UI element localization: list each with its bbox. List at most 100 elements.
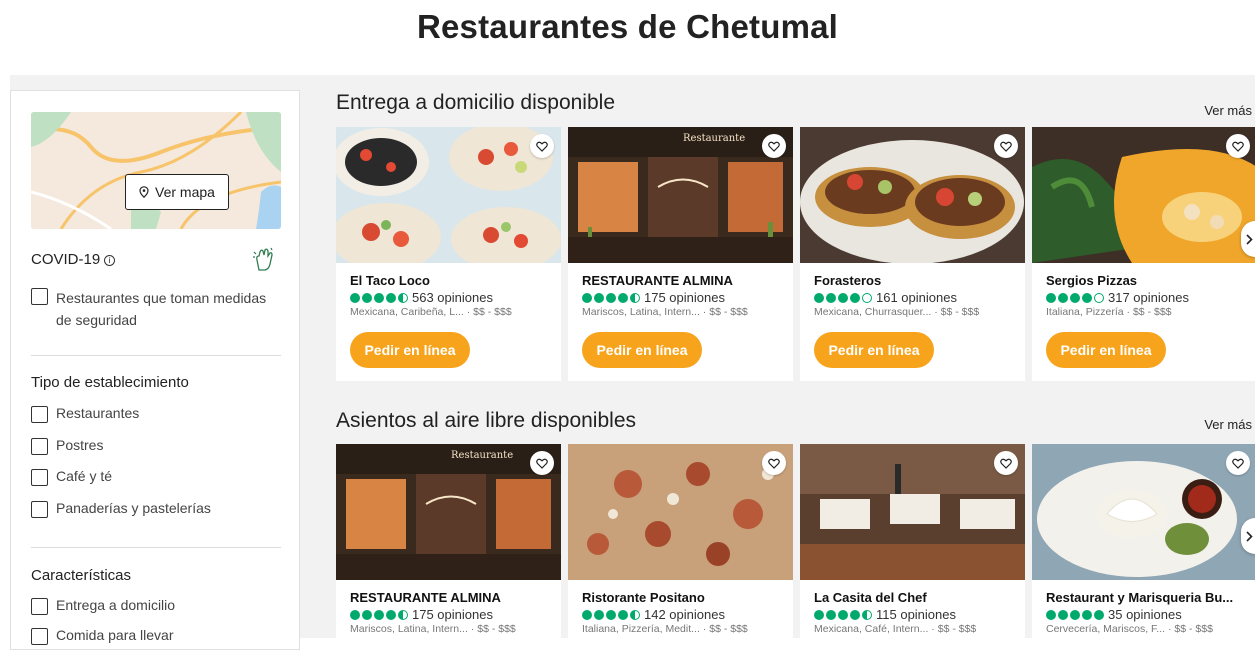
restaurant-name[interactable]: RESTAURANTE ALMINA: [350, 590, 550, 605]
review-count[interactable]: 175 opiniones: [412, 607, 493, 622]
restaurant-photo[interactable]: Restaurante: [568, 127, 793, 263]
cuisine: Italiana, Pizzería, Medit...: [582, 623, 700, 635]
restaurant-card[interactable]: Restaurante RESTAURANTE ALMINA 175 opini…: [568, 127, 793, 381]
map-image: [31, 112, 281, 229]
restaurant-facade-photo: Restaurante: [336, 444, 561, 580]
restaurant-name[interactable]: Forasteros: [814, 273, 1014, 288]
review-count[interactable]: 115 opiniones: [876, 607, 956, 622]
features-title-wrap: Características: [31, 567, 131, 585]
heart-icon: [1000, 458, 1012, 469]
review-count[interactable]: 563 opiniones: [412, 290, 493, 305]
restaurant-card[interactable]: Sergios Pizzas 317 opiniones Italiana, P…: [1032, 127, 1255, 381]
crepe-photo: [1032, 127, 1255, 263]
features-option-takeout[interactable]: Comida para llevar: [31, 627, 174, 645]
review-count[interactable]: 317 opiniones: [1108, 290, 1189, 305]
rating: 175 opiniones: [582, 290, 793, 305]
heart-icon: [1232, 458, 1244, 469]
cuisine-price: Italiana, Pizzería · $$ - $$$: [1046, 306, 1172, 318]
divider: [31, 355, 281, 356]
save-heart-button[interactable]: [530, 451, 554, 475]
restaurant-card[interactable]: Restaurante RESTAURANTE ALMINA 175 opini…: [336, 444, 561, 638]
price-range: $$ - $$$: [937, 623, 977, 635]
restaurant-card[interactable]: El Taco Loco 563 opiniones Mexicana, Car…: [336, 127, 561, 381]
restaurant-card[interactable]: La Casita del Chef 115 opiniones Mexican…: [800, 444, 1025, 638]
restaurant-photo[interactable]: [800, 127, 1025, 263]
restaurant-photo[interactable]: [1032, 127, 1255, 263]
establishment-title: Tipo de establecimiento: [31, 374, 189, 391]
rating: 317 opiniones: [1046, 290, 1255, 305]
cuisine-price: Mexicana, Café, Intern... · $$ - $$$: [814, 623, 977, 635]
checkbox[interactable]: [31, 598, 48, 615]
price-range: $$ - $$$: [940, 306, 980, 318]
option-label: Entrega a domicilio: [56, 597, 176, 613]
restaurant-name[interactable]: RESTAURANTE ALMINA: [582, 273, 782, 288]
cuisine-price: Cervecería, Mariscos, F... · $$ - $$$: [1046, 623, 1213, 635]
order-online-button[interactable]: Pedir en línea: [814, 332, 934, 368]
rating-bubbles-icon: [350, 609, 408, 620]
features-title: Características: [31, 567, 132, 584]
see-more-link[interactable]: Ver más: [1204, 103, 1252, 118]
checkbox[interactable]: [31, 628, 48, 645]
establishment-option-desserts[interactable]: Postres: [31, 437, 103, 455]
review-count[interactable]: 142 opiniones: [644, 607, 725, 622]
restaurant-name[interactable]: La Casita del Chef: [814, 590, 1014, 605]
save-heart-button[interactable]: [1226, 451, 1250, 475]
carousel-next-button[interactable]: [1241, 518, 1255, 554]
features-option-delivery[interactable]: Entrega a domicilio: [31, 597, 175, 615]
covid-checkbox[interactable]: [31, 288, 48, 305]
carousel-next-button[interactable]: [1241, 221, 1255, 257]
heart-icon: [1000, 141, 1012, 152]
review-count[interactable]: 175 opiniones: [644, 290, 725, 305]
price-range: $$ - $$$: [1174, 623, 1213, 635]
restaurant-photo[interactable]: [568, 444, 793, 580]
establishment-title-wrap: Tipo de establecimiento: [31, 374, 189, 392]
save-heart-button[interactable]: [994, 134, 1018, 158]
cuisine-price: Mariscos, Latina, Intern... · $$ - $$$: [582, 306, 748, 318]
save-heart-button[interactable]: [994, 451, 1018, 475]
checkbox[interactable]: [31, 501, 48, 518]
order-online-button[interactable]: Pedir en línea: [1046, 332, 1166, 368]
checkbox[interactable]: [31, 406, 48, 423]
checkbox[interactable]: [31, 469, 48, 486]
order-online-button[interactable]: Pedir en línea: [350, 332, 470, 368]
restaurant-photo[interactable]: [336, 127, 561, 263]
covid-option-label: Restaurantes que toman medidas de seguri…: [56, 290, 267, 328]
main-content: Ver mapa COVID-19 i Restaurantes que toma…: [10, 75, 1255, 650]
rating-bubbles-icon: [1046, 292, 1104, 303]
restaurant-photo[interactable]: Restaurante: [336, 444, 561, 580]
checkbox[interactable]: [31, 438, 48, 455]
rating-bubbles-icon: [1046, 609, 1104, 620]
pizza-photo: [568, 444, 793, 580]
review-count[interactable]: 161 opiniones: [876, 290, 957, 305]
restaurant-photo[interactable]: [1032, 444, 1255, 580]
divider: [31, 547, 281, 548]
save-heart-button[interactable]: [530, 134, 554, 158]
restaurant-photo[interactable]: [800, 444, 1025, 580]
order-online-button[interactable]: Pedir en línea: [582, 332, 702, 368]
establishment-option-bakeries[interactable]: Panaderías y pastelerías: [31, 500, 211, 518]
option-label: Café y té: [56, 468, 113, 484]
restaurant-card[interactable]: Forasteros 161 opiniones Mexicana, Churr…: [800, 127, 1025, 381]
map-thumbnail[interactable]: Ver mapa: [31, 112, 281, 229]
restaurant-name[interactable]: El Taco Loco: [350, 273, 550, 288]
save-heart-button[interactable]: [1226, 134, 1250, 158]
save-heart-button[interactable]: [762, 451, 786, 475]
rating: 563 opiniones: [350, 290, 561, 305]
covid-filter-row[interactable]: Restaurantes que toman medidas de seguri…: [31, 287, 281, 331]
page-title: Restaurantes de Chetumal: [0, 0, 1255, 75]
info-icon[interactable]: i: [104, 255, 116, 266]
restaurant-card[interactable]: Restaurant y Marisqueria Bu... 35 opinio…: [1032, 444, 1255, 638]
restaurant-name[interactable]: Restaurant y Marisqueria Bu...: [1046, 590, 1246, 605]
rating: 115 opiniones: [814, 607, 1025, 622]
establishment-option-coffee[interactable]: Café y té: [31, 468, 112, 486]
establishment-option-restaurants[interactable]: Restaurantes: [31, 405, 139, 423]
restaurant-name[interactable]: Sergios Pizzas: [1046, 273, 1246, 288]
tostadas-photo: [800, 127, 1025, 263]
see-more-link[interactable]: Ver más: [1204, 417, 1252, 432]
restaurant-name[interactable]: Ristorante Positano: [582, 590, 782, 605]
view-map-button[interactable]: Ver mapa: [125, 174, 229, 210]
restaurant-card[interactable]: Ristorante Positano 142 opiniones Italia…: [568, 444, 793, 638]
review-count[interactable]: 35 opiniones: [1108, 607, 1182, 622]
save-heart-button[interactable]: [762, 134, 786, 158]
heart-icon: [1232, 141, 1244, 152]
